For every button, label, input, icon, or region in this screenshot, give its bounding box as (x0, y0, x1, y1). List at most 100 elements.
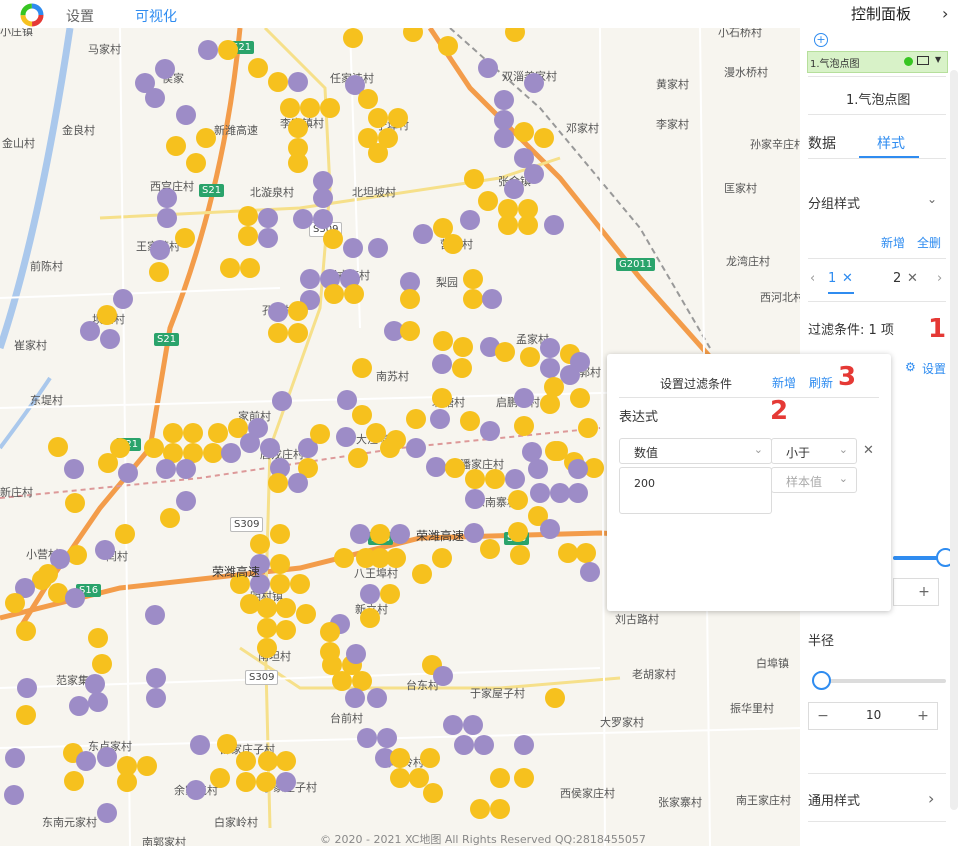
bubble-point (540, 338, 560, 358)
close-icon[interactable]: ✕ (907, 271, 918, 286)
chevron-right-icon[interactable]: › (928, 789, 934, 808)
tab-style[interactable]: 样式 (877, 133, 905, 153)
general-style-header[interactable]: 通用样式 (808, 790, 860, 809)
remove-condition-icon[interactable]: ✕ (863, 443, 874, 458)
divider (808, 821, 946, 822)
bubble-point (494, 128, 514, 148)
field-select[interactable]: 数值 ⌄ (619, 438, 772, 464)
place-label: 李家村 (656, 118, 689, 131)
nav-settings[interactable]: 设置 (66, 6, 94, 26)
bubble-point (146, 668, 166, 688)
bubble-point (400, 321, 420, 341)
filter-settings-button[interactable]: 设置 (922, 360, 946, 377)
bubble-point (203, 443, 223, 463)
layer-dropdown-icon[interactable]: ▼ (935, 55, 941, 64)
clear-groups-button[interactable]: 全删 (917, 234, 941, 251)
operator-select[interactable]: 小于 ⌄ (771, 438, 857, 464)
bubble-point (156, 459, 176, 479)
bubble-point (4, 785, 24, 805)
filter-popup: 设置过滤条件 新增 刷新 表达式 数值 ⌄ 小于 ⌄ ✕ 200 样本值 ⌄ (607, 354, 891, 611)
bubble-point (540, 519, 560, 539)
group-tab-1[interactable]: 1 (828, 271, 836, 286)
bubble-point (343, 28, 363, 48)
active-group-indicator (828, 292, 854, 294)
sample-value-placeholder: 样本值 (786, 475, 823, 489)
bubble-point (433, 331, 453, 351)
bubble-point (76, 751, 96, 771)
bubble-point (580, 562, 600, 582)
place-label: 新庄村 (0, 486, 33, 499)
group-tab-2[interactable]: 2 (893, 271, 901, 286)
radius-slider[interactable] (812, 679, 946, 683)
nav-visualization[interactable]: 可视化 (135, 6, 177, 26)
place-label: 东南元家村 (42, 816, 97, 829)
place-label: 南王家庄村 (736, 794, 791, 807)
divider (808, 258, 946, 259)
place-label: 前陈村 (30, 260, 63, 273)
bubble-point (110, 438, 130, 458)
place-label: 邓家村 (566, 122, 599, 135)
panel-scrollbar[interactable] (950, 70, 958, 810)
bubble-point (368, 238, 388, 258)
popup-refresh-button[interactable]: 刷新 (809, 374, 833, 391)
monitor-icon[interactable] (917, 56, 929, 65)
highway-shield: S309 (245, 670, 279, 685)
app-logo-icon (20, 3, 44, 27)
popup-add-button[interactable]: 新增 (772, 374, 796, 391)
bubble-point (48, 437, 68, 457)
filter-settings-gear-icon[interactable]: ⚙ (905, 360, 916, 374)
decrement-button[interactable]: − (809, 703, 837, 729)
increment-button[interactable]: + (909, 703, 937, 729)
bubble-point (332, 671, 352, 691)
bubble-point (323, 229, 343, 249)
bubble-point (406, 409, 426, 429)
place-label: 金良村 (62, 124, 95, 137)
radius-slider-knob[interactable] (812, 671, 831, 690)
radius-stepper[interactable]: − 10 + (808, 702, 938, 730)
popup-title: 设置过滤条件 (660, 377, 733, 391)
add-group-button[interactable]: 新增 (881, 234, 905, 251)
bubble-point (482, 289, 502, 309)
place-label: 小庄镇 (0, 28, 33, 38)
bubble-point (16, 705, 36, 725)
opacity-stepper[interactable]: + (893, 578, 939, 606)
divider (619, 397, 879, 398)
prev-group-icon[interactable]: ‹ (810, 271, 815, 286)
next-group-icon[interactable]: › (937, 271, 942, 286)
bubble-point (92, 654, 112, 674)
bubble-point (490, 799, 510, 819)
bubble-point (470, 799, 490, 819)
bubble-point (300, 269, 320, 289)
bubble-point (238, 206, 258, 226)
add-layer-icon[interactable]: + (814, 33, 828, 47)
bubble-point (220, 258, 240, 278)
place-label: 北坦坡村 (352, 186, 396, 199)
layer-item[interactable]: 1.气泡点图 ▼ (807, 51, 948, 73)
sample-value-select[interactable]: 样本值 ⌄ (771, 467, 857, 493)
increment-button[interactable]: + (910, 579, 938, 605)
divider (808, 76, 946, 77)
chevron-down-icon[interactable]: ⌄ (927, 192, 937, 206)
radius-value[interactable]: 10 (866, 708, 881, 722)
bubble-point (16, 621, 36, 641)
value-textarea[interactable]: 200 (619, 467, 772, 514)
panel-collapse-icon[interactable]: › (942, 4, 948, 23)
bubble-point (290, 574, 310, 594)
tab-data[interactable]: 数据 (808, 133, 836, 153)
place-label: 黄家村 (656, 78, 689, 91)
bubble-point (480, 539, 500, 559)
visibility-bulb-icon[interactable] (904, 57, 913, 66)
expression-label: 表达式 (619, 410, 659, 425)
group-style-header[interactable]: 分组样式 (808, 193, 860, 212)
place-label: 西侯家庄村 (560, 787, 615, 800)
place-label: 南郭家村 (142, 836, 186, 846)
bubble-point (186, 780, 206, 800)
bubble-point (150, 240, 170, 260)
close-icon[interactable]: ✕ (842, 271, 853, 286)
bubble-point (310, 424, 330, 444)
bubble-point (520, 347, 540, 367)
place-label: 龙湾庄村 (726, 255, 770, 268)
bubble-point (276, 772, 296, 792)
bubble-point (452, 358, 472, 378)
bubble-point (510, 545, 530, 565)
